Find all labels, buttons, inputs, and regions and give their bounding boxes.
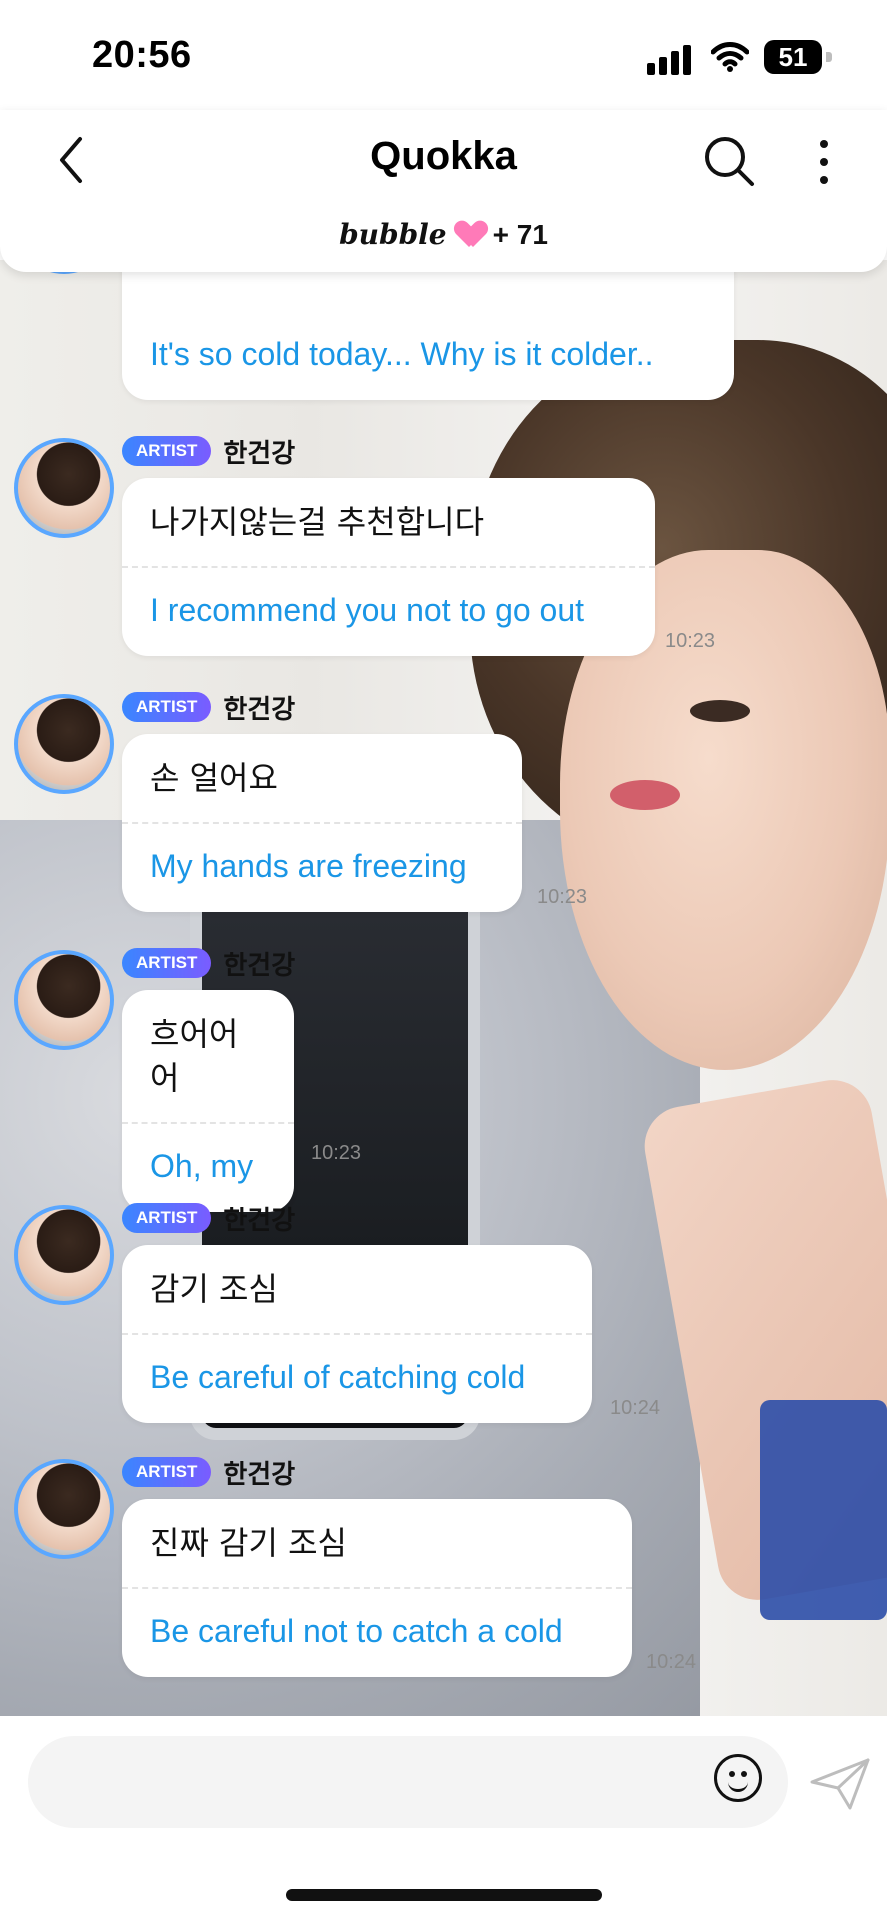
more-vertical-icon[interactable]: [808, 132, 840, 192]
sender-name: 한건강: [223, 694, 296, 725]
message-bubble: 흐어어어 Oh, my: [122, 990, 294, 1212]
message-translation: My hands are freezing: [150, 848, 467, 884]
message-text: 손 얼어요: [150, 759, 278, 797]
message-time: 10:24: [610, 1397, 661, 1419]
sender-name: 한건강: [223, 1205, 296, 1236]
message-text: 나가지않는걸 추천합니다: [150, 503, 485, 541]
home-indicator: [286, 1889, 602, 1901]
message-text: 감기 조심: [150, 1270, 278, 1308]
message-bubble: 나가지않는걸 추천합니다 I recommend you not to go o…: [122, 478, 655, 656]
sender-row: ARTIST 한건강: [122, 1201, 296, 1236]
avatar[interactable]: [14, 694, 114, 794]
heart-icon: [457, 221, 485, 249]
message-time: 10:23: [665, 630, 716, 652]
bubble-brand: bubble: [339, 218, 447, 251]
status-time: 20:56: [92, 34, 192, 76]
composer-bar: [0, 1716, 887, 1920]
avatar[interactable]: [14, 438, 114, 538]
chat-header: Quokka bubble + 71: [0, 110, 887, 272]
search-icon[interactable]: [702, 134, 756, 188]
signal-icon: [647, 45, 693, 75]
message-bubble: 감기 조심 Be careful of catching cold: [122, 1245, 592, 1423]
artist-badge: ARTIST: [122, 692, 212, 722]
message-translation: Be careful not to catch a cold: [150, 1613, 563, 1649]
message-translation: Be careful of catching cold: [150, 1359, 526, 1395]
sender-row: ARTIST 한건강: [122, 690, 296, 725]
emoji-icon[interactable]: [714, 1754, 762, 1802]
message-text: 진짜 감기 조심: [150, 1524, 347, 1562]
artist-badge: ARTIST: [122, 436, 212, 466]
sender-row: ARTIST 한건강: [122, 434, 296, 469]
member-count: + 71: [492, 219, 548, 250]
artist-badge: ARTIST: [122, 1457, 212, 1487]
artist-badge: ARTIST: [122, 948, 212, 978]
avatar[interactable]: [14, 1459, 114, 1559]
message-input[interactable]: [28, 1736, 788, 1828]
background-eye: [690, 700, 750, 722]
avatar[interactable]: [14, 950, 114, 1050]
sender-name: 한건강: [223, 1459, 296, 1490]
message-translation: I recommend you not to go out: [150, 592, 585, 628]
message-time: 10:24: [646, 1651, 697, 1673]
background-blue-object: [760, 1400, 887, 1620]
sender-row: ARTIST 한건강: [122, 946, 296, 981]
sender-name: 한건강: [223, 950, 296, 981]
background-lips: [610, 780, 680, 810]
status-bar: 20:56 51: [0, 0, 887, 110]
message-text: 흐어어어: [150, 1015, 239, 1097]
wifi-icon: [711, 42, 749, 72]
message-bubble: 손 얼어요 My hands are freezing: [122, 734, 522, 912]
bubble-member-count: bubble + 71: [0, 216, 887, 251]
avatar[interactable]: [14, 1205, 114, 1305]
send-icon[interactable]: [808, 1754, 872, 1814]
battery-icon: 51: [764, 40, 832, 74]
sender-row: ARTIST 한건강: [122, 1455, 296, 1490]
message-time: 10:23: [537, 886, 588, 908]
sender-name: 한건강: [223, 438, 296, 469]
message-bubble: 진짜 감기 조심 Be careful not to catch a cold: [122, 1499, 632, 1677]
message-time: 10:23: [311, 1142, 362, 1164]
artist-badge: ARTIST: [122, 1203, 212, 1233]
